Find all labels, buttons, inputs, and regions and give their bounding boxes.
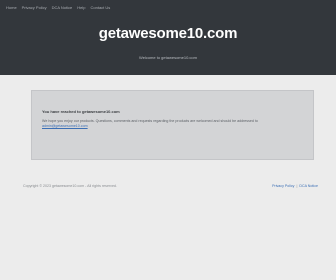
footer-link-privacy-policy[interactable]: Privacy Policy (272, 184, 294, 188)
nav-link-help[interactable]: Help (77, 5, 85, 10)
footer-link-dca-notice[interactable]: DCA Notice (299, 184, 318, 188)
nav-link-home[interactable]: Home (6, 5, 17, 10)
footer-copyright: Copyright © 2023 getawesome10.com - All … (23, 184, 117, 188)
footer-links: Privacy Policy | DCA Notice (272, 184, 318, 188)
nav-link-dca-notice[interactable]: DCA Notice (52, 5, 73, 10)
notice-heading: You have reached to getawesome10.com (42, 109, 120, 114)
nav-link-privacy-policy[interactable]: Privacy Policy (22, 5, 47, 10)
notice-text: We hope you enjoy our products. Question… (42, 119, 258, 123)
notice-body: We hope you enjoy our products. Question… (42, 119, 300, 129)
site-title: getawesome10.com (98, 25, 238, 42)
hero-banner: Home Privacy Policy DCA Notice Help Cont… (0, 0, 336, 75)
top-navigation: Home Privacy Policy DCA Notice Help Cont… (6, 5, 110, 10)
nav-link-contact-us[interactable]: Contact Us (91, 5, 111, 10)
site-tagline: Welcome to getawesome10.com (139, 55, 197, 60)
footer-separator: | (296, 184, 298, 188)
notice-panel: You have reached to getawesome10.com We … (31, 90, 314, 160)
contact-email-link[interactable]: admin@getawesome10.com (42, 124, 88, 128)
